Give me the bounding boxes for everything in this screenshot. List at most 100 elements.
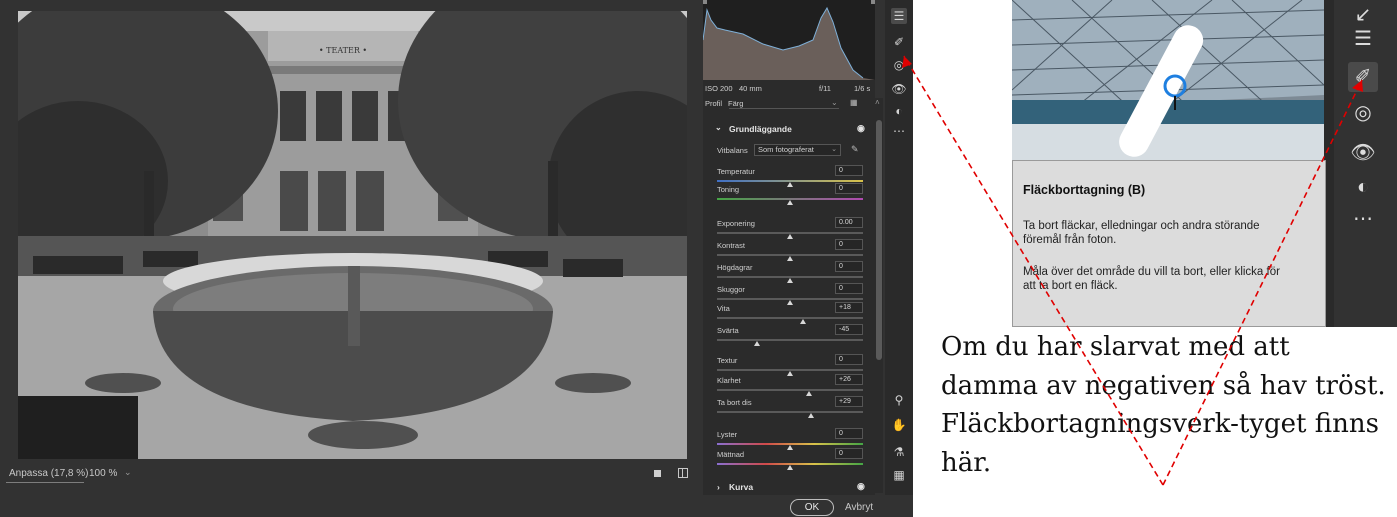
sliders-icon[interactable]: ☰ bbox=[891, 8, 907, 24]
profile-underline bbox=[729, 108, 839, 109]
slider-label: Kontrast bbox=[717, 241, 745, 250]
exif-focal: 40 mm bbox=[739, 84, 762, 93]
exif-info: ISO 200 40 mm f/11 1/6 s bbox=[703, 84, 875, 96]
histogram-graph bbox=[703, 0, 875, 80]
slider-track[interactable] bbox=[717, 317, 863, 319]
sliders-icon[interactable]: ☰ bbox=[1348, 24, 1378, 54]
more-icon[interactable]: ⋯ bbox=[891, 123, 907, 139]
mask-icon[interactable]: ◎ bbox=[1348, 98, 1378, 128]
panel-scrollbar[interactable]: ˄ bbox=[875, 98, 883, 493]
more-icon[interactable]: ⋯ bbox=[1348, 204, 1378, 234]
histogram bbox=[703, 0, 875, 80]
eye-icon[interactable]: ◉ bbox=[857, 123, 865, 134]
slider-value-field[interactable]: 0 bbox=[835, 183, 863, 194]
slider-thumb[interactable] bbox=[808, 413, 815, 418]
slider-thumb[interactable] bbox=[754, 341, 761, 346]
chevron-down-icon[interactable]: ⌄ bbox=[124, 467, 132, 478]
tooltip-description: Ta bort fläckar, elledningar och andra s… bbox=[1023, 220, 1260, 246]
exif-shutter: 1/6 s bbox=[854, 84, 871, 93]
slider-thumb[interactable] bbox=[787, 234, 793, 239]
slider-value-field[interactable]: -45 bbox=[835, 324, 863, 335]
slider-thumb[interactable] bbox=[800, 319, 807, 324]
presets-icon[interactable]: ◐ bbox=[891, 103, 907, 119]
slider-value-field[interactable]: 0 bbox=[835, 165, 863, 176]
pyramid-image bbox=[1012, 0, 1325, 160]
slider-vita: Vita +18 bbox=[717, 302, 863, 326]
mask-icon[interactable]: ◎ bbox=[891, 57, 907, 73]
zoom-percent-label[interactable]: 100 % bbox=[89, 468, 117, 479]
photo-canvas[interactable]: • TEATER • bbox=[18, 11, 687, 459]
slider-klarhet: Klarhet +26 bbox=[717, 374, 863, 398]
slider-value-field[interactable]: +29 bbox=[835, 396, 863, 407]
chevron-down-icon[interactable]: ⌄ bbox=[831, 98, 838, 107]
bandage-icon[interactable]: ✐ bbox=[1348, 62, 1378, 92]
curve-section-header[interactable]: › Kurva ◉ bbox=[703, 480, 875, 495]
zoom-bar: Anpassa (17,8 %) 100 % ⌄ bbox=[0, 462, 700, 486]
slider-label: Mättnad bbox=[717, 450, 745, 459]
zoom-icon[interactable]: ⚲ bbox=[891, 392, 907, 408]
basic-section-title: Grundläggande bbox=[729, 124, 792, 134]
chevron-up-icon[interactable]: ˄ bbox=[875, 98, 880, 107]
theatre-sign: • TEATER • bbox=[319, 46, 367, 55]
slider-track[interactable] bbox=[717, 389, 863, 391]
slider-value-field[interactable]: 0 bbox=[835, 428, 863, 439]
bandage-icon[interactable]: ✐ bbox=[891, 34, 907, 50]
basic-section-header[interactable]: ⌄ Grundläggande ◉ bbox=[703, 120, 875, 138]
slider-value-field[interactable]: 0.00 bbox=[835, 217, 863, 228]
panel-scrollbar-thumb[interactable] bbox=[876, 120, 882, 360]
slider-thumb[interactable] bbox=[787, 200, 793, 205]
slider-track[interactable] bbox=[717, 339, 863, 341]
zoom-underline bbox=[6, 482, 84, 483]
presets-icon[interactable]: ◐ bbox=[1348, 172, 1378, 202]
slider-value-field[interactable]: 0 bbox=[835, 448, 863, 459]
inset-tool-strip: ↙ ☰ ✐ ◎ 👁 ◐ ⋯ bbox=[1324, 0, 1397, 327]
single-view-icon[interactable] bbox=[654, 470, 661, 477]
slider-exponering: Exponering 0.00 bbox=[717, 217, 863, 241]
profile-browser-icon[interactable]: ▦ bbox=[850, 98, 858, 107]
slider-label: Temperatur bbox=[717, 167, 755, 176]
color-sampler-icon[interactable]: ⚗ bbox=[891, 444, 907, 460]
hand-icon[interactable]: ✋ bbox=[891, 417, 907, 433]
slider-value-field[interactable]: +18 bbox=[835, 302, 863, 313]
grid-icon[interactable]: ▦ bbox=[891, 467, 907, 483]
slider-value-field[interactable]: 0 bbox=[835, 354, 863, 365]
slider-högdagrar: Högdagrar 0 bbox=[717, 261, 863, 285]
slider-ta-bort-dis: Ta bort dis +29 bbox=[717, 396, 863, 420]
eye-icon[interactable]: ◉ bbox=[857, 481, 865, 492]
chevron-right-icon[interactable]: › bbox=[717, 482, 720, 492]
red-eye-icon[interactable]: 👁 bbox=[891, 81, 907, 97]
slider-label: Toning bbox=[717, 185, 740, 194]
exif-iso: ISO 200 bbox=[705, 84, 733, 93]
camera-raw-window: • TEATER • Anpassa (17,8 %) 100 % ⌄ OK A… bbox=[0, 0, 913, 517]
slider-value-field[interactable]: 0 bbox=[835, 239, 863, 250]
ok-button[interactable]: OK bbox=[790, 499, 834, 516]
cancel-button[interactable]: Avbryt bbox=[845, 502, 873, 513]
chevron-down-icon[interactable]: ⌄ bbox=[715, 123, 722, 132]
slider-svärta: Svärta -45 bbox=[717, 324, 863, 348]
photo-image: • TEATER • bbox=[18, 11, 687, 459]
white-balance-label: Vitbalans bbox=[717, 146, 748, 155]
heal-tool-tooltip: Fläckborttagning (B) Ta bort fläckar, el… bbox=[1012, 160, 1326, 327]
slider-label: Skuggor bbox=[717, 285, 745, 294]
slider-thumb[interactable] bbox=[787, 465, 793, 470]
slider-label: Svärta bbox=[717, 326, 739, 335]
slider-value-field[interactable]: +26 bbox=[835, 374, 863, 385]
curve-section-title: Kurva bbox=[729, 482, 754, 492]
zoom-fit-label[interactable]: Anpassa (17,8 %) bbox=[9, 468, 89, 479]
slider-value-field[interactable]: 0 bbox=[835, 283, 863, 294]
profile-select[interactable]: Färg bbox=[728, 99, 743, 108]
white-balance-select[interactable]: Som fotograferat ⌄ bbox=[754, 144, 841, 156]
edit-panel: ISO 200 40 mm f/11 1/6 s Profil Färg ⌄ ▦… bbox=[703, 0, 875, 495]
slider-thumb[interactable] bbox=[787, 256, 793, 261]
slider-thumb[interactable] bbox=[787, 278, 793, 283]
slider-thumb[interactable] bbox=[805, 391, 812, 396]
slider-label: Högdagrar bbox=[717, 263, 753, 272]
white-balance-value: Som fotograferat bbox=[758, 145, 814, 154]
before-after-view-icon[interactable] bbox=[678, 468, 688, 478]
eyedropper-icon[interactable]: ✎ bbox=[851, 144, 859, 155]
red-eye-icon[interactable]: 👁 bbox=[1348, 138, 1378, 168]
slider-track[interactable] bbox=[717, 411, 863, 413]
slider-kontrast: Kontrast 0 bbox=[717, 239, 863, 263]
slider-value-field[interactable]: 0 bbox=[835, 261, 863, 272]
slider-label: Lyster bbox=[717, 430, 738, 439]
